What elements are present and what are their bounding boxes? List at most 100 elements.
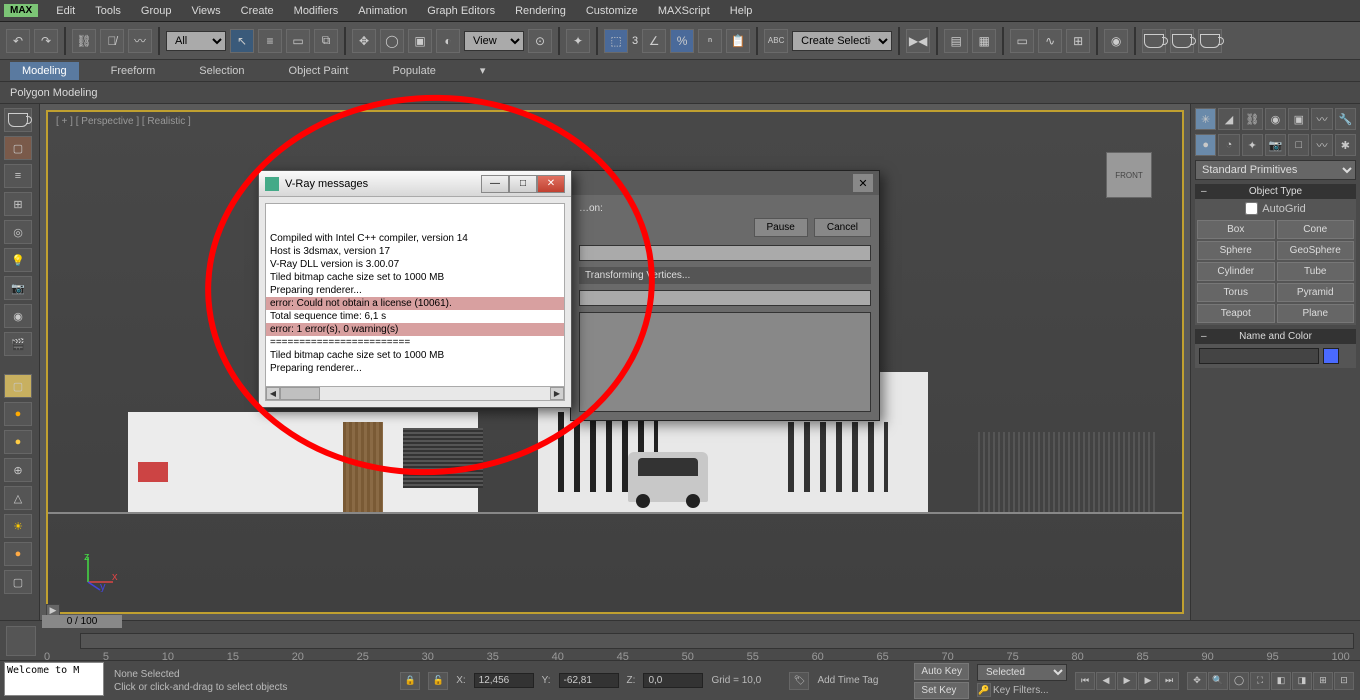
ribbon-overflow-icon[interactable]: ▾ [468, 61, 498, 80]
key-target-dropdown[interactable]: Selected [977, 664, 1067, 681]
pyramid-button[interactable]: Pyramid [1277, 283, 1355, 302]
select-object-icon[interactable]: ↖ [230, 29, 254, 53]
tool-icon[interactable]: ◎ [4, 220, 32, 244]
orbit-icon[interactable]: ◯ [1229, 672, 1249, 690]
geosphere-button[interactable]: GeoSphere [1277, 241, 1355, 260]
placement-icon[interactable]: ◐ [436, 29, 460, 53]
mirror-icon[interactable]: ▶◀ [906, 29, 930, 53]
ribbon-tab-freeform[interactable]: Freeform [99, 62, 168, 80]
vray-log[interactable]: Compiled with Intel C++ compiler, versio… [265, 203, 565, 401]
pan-icon[interactable]: ✥ [1187, 672, 1207, 690]
tool-icon[interactable]: ⊕ [4, 458, 32, 482]
close-icon[interactable]: ✕ [853, 174, 873, 192]
prev-frame-icon[interactable]: ◀ [1096, 672, 1116, 690]
plane-button[interactable]: Plane [1277, 304, 1355, 323]
layers-icon[interactable]: ▦ [972, 29, 996, 53]
edit-named-sel-icon[interactable]: 📋 [726, 29, 750, 53]
ribbon-tab-modeling[interactable]: Modeling [10, 62, 79, 80]
teapot-button[interactable]: Teapot [1197, 304, 1275, 323]
zoom-icon[interactable]: 🔍 [1208, 672, 1228, 690]
menu-graph-editors[interactable]: Graph Editors [417, 2, 505, 20]
color-swatch[interactable] [1323, 348, 1339, 364]
scroll-left-icon[interactable]: ◀ [266, 387, 280, 400]
horizontal-scrollbar[interactable]: ◀ ▶ [266, 386, 564, 400]
utilities-tab-icon[interactable]: 〰 [1311, 108, 1332, 130]
percent-snap-icon[interactable]: % [670, 29, 694, 53]
curve-editor-icon[interactable]: ∿ [1038, 29, 1062, 53]
pause-button[interactable]: Pause [754, 218, 808, 237]
menu-group[interactable]: Group [131, 2, 182, 20]
cameras-tab-icon[interactable]: 📷 [1265, 134, 1286, 156]
spinner-snap-icon[interactable]: ⁿ [698, 29, 722, 53]
torus-button[interactable]: Torus [1197, 283, 1275, 302]
nav-icon[interactable]: ⊡ [1334, 672, 1354, 690]
link-icon[interactable]: ⛓ [72, 29, 96, 53]
z-input[interactable] [643, 673, 703, 688]
menu-edit[interactable]: Edit [46, 2, 85, 20]
menu-create[interactable]: Create [231, 2, 284, 20]
unlink-icon[interactable]: ⛓̸ [100, 29, 124, 53]
tool-icon[interactable]: ● [4, 542, 32, 566]
redo-icon[interactable]: ↷ [34, 29, 58, 53]
goto-end-icon[interactable]: ⏭ [1159, 672, 1179, 690]
menu-animation[interactable]: Animation [348, 2, 417, 20]
scroll-right-icon[interactable]: ▶ [550, 387, 564, 400]
close-icon[interactable]: ✕ [537, 175, 565, 193]
systems-tab-icon[interactable]: ✱ [1335, 134, 1356, 156]
tube-button[interactable]: Tube [1277, 262, 1355, 281]
scroll-thumb[interactable] [280, 387, 320, 400]
tool-icon[interactable]: ⊞ [4, 192, 32, 216]
select-name-icon[interactable]: ≡ [258, 29, 282, 53]
ribbon-tab-object-paint[interactable]: Object Paint [277, 62, 361, 80]
nav-icon[interactable]: ◧ [1271, 672, 1291, 690]
maximize-icon[interactable]: □ [509, 175, 537, 193]
tool-tab-icon[interactable]: 🔧 [1335, 108, 1356, 130]
material-editor-icon[interactable]: ◉ [1104, 29, 1128, 53]
lights-tab-icon[interactable]: ✦ [1242, 134, 1263, 156]
spacewarps-tab-icon[interactable]: 〰 [1311, 134, 1332, 156]
rect-region-icon[interactable]: ▭ [286, 29, 310, 53]
menu-views[interactable]: Views [181, 2, 230, 20]
tool-icon[interactable]: ▢ [4, 136, 32, 160]
angle-snap-icon[interactable]: ∠ [642, 29, 666, 53]
x-input[interactable] [474, 673, 534, 688]
render-production-icon[interactable] [1198, 29, 1222, 53]
minimize-icon[interactable]: — [481, 175, 509, 193]
align-icon[interactable]: ▤ [944, 29, 968, 53]
ribbon-tab-populate[interactable]: Populate [380, 62, 447, 80]
window-crossing-icon[interactable]: ⧉ [314, 29, 338, 53]
render-setup-icon[interactable] [1142, 29, 1166, 53]
cancel-button[interactable]: Cancel [814, 218, 871, 237]
name-color-header[interactable]: Name and Color [1195, 329, 1356, 344]
ball-tool-icon[interactable]: ● [4, 430, 32, 454]
menu-maxscript[interactable]: MAXScript [648, 2, 720, 20]
object-name-input[interactable] [1199, 348, 1319, 364]
key-icon[interactable]: 🔑 [977, 683, 991, 697]
viewcube[interactable]: FRONT [1106, 152, 1152, 198]
ref-coord-dropdown[interactable]: View [464, 31, 524, 51]
teapot-tool-icon[interactable] [4, 108, 32, 132]
tool-icon[interactable]: ◉ [4, 304, 32, 328]
pivot-icon[interactable]: ⊙ [528, 29, 552, 53]
y-input[interactable] [559, 673, 619, 688]
object-type-header[interactable]: Object Type [1195, 184, 1356, 199]
menu-rendering[interactable]: Rendering [505, 2, 576, 20]
timeline-selection-icon[interactable] [6, 626, 36, 656]
cone-tool-icon[interactable]: △ [4, 486, 32, 510]
setkey-button[interactable]: Set Key [914, 682, 969, 699]
time-slider[interactable] [80, 633, 1354, 649]
move-icon[interactable]: ✥ [352, 29, 376, 53]
tool-icon[interactable]: ≡ [4, 164, 32, 188]
sun-tool-icon[interactable]: ☀ [4, 514, 32, 538]
menu-help[interactable]: Help [720, 2, 763, 20]
autogrid-checkbox[interactable] [1245, 202, 1258, 215]
lock-icon[interactable]: 🔒 [400, 672, 420, 690]
dialog-titlebar[interactable]: V-Ray messages — □ ✕ [259, 171, 571, 197]
sphere-button[interactable]: Sphere [1197, 241, 1275, 260]
display-tab-icon[interactable]: ▣ [1288, 108, 1309, 130]
rendered-frame-icon[interactable] [1170, 29, 1194, 53]
cylinder-button[interactable]: Cylinder [1197, 262, 1275, 281]
tool-icon[interactable]: 🎬 [4, 332, 32, 356]
primitive-type-dropdown[interactable]: Standard Primitives [1195, 160, 1356, 180]
frame-indicator[interactable]: 0 / 100 [42, 615, 122, 628]
